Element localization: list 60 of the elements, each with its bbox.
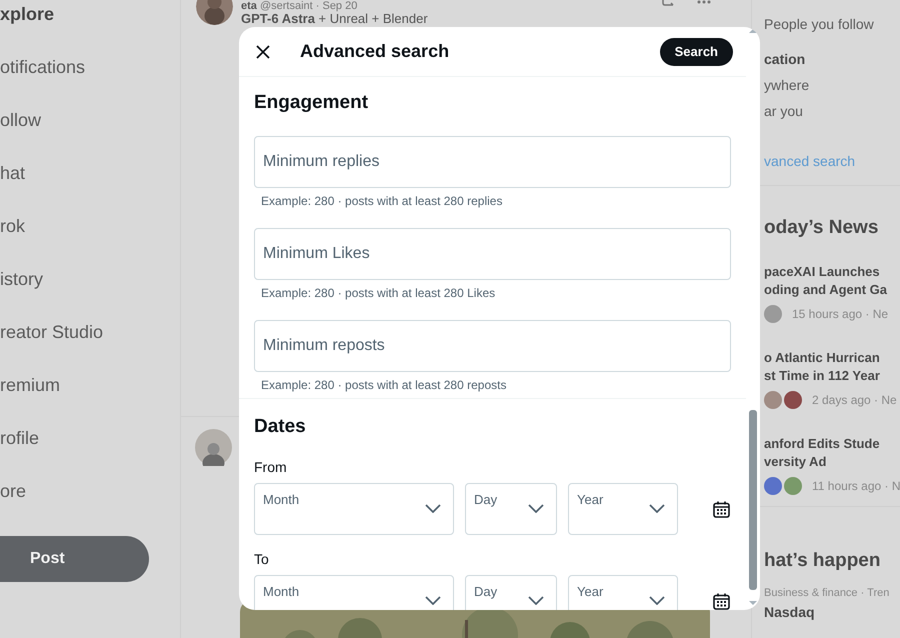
chevron-icon xyxy=(528,596,544,605)
section-label: cation xyxy=(764,50,806,69)
filter-option[interactable]: ywhere xyxy=(764,72,900,98)
range-label: To xyxy=(254,550,270,569)
news-headline[interactable]: st Time in 112 Year xyxy=(764,366,900,384)
nav-link[interactable]: hat xyxy=(0,147,180,200)
filter-option[interactable]: ar you xyxy=(764,98,900,124)
calendar-icon[interactable] xyxy=(713,500,730,518)
date-select[interactable]: Day xyxy=(465,575,557,610)
nav-link[interactable]: rok xyxy=(0,200,180,253)
field-hint: Example: 280 · posts with at least 280 reposts xyxy=(261,376,508,392)
nav-link[interactable]: otifications xyxy=(0,41,180,94)
nav-link[interactable]: istory xyxy=(0,253,180,306)
section-title: hat’s happen xyxy=(764,548,882,572)
field-hint: Example: 280 · posts with at least 280 replies xyxy=(261,192,504,208)
nav-link[interactable]: xplore xyxy=(0,0,180,41)
post-button[interactable]: Post xyxy=(0,536,149,582)
news-headline[interactable]: o Atlantic Hurrican xyxy=(764,348,900,366)
input-field[interactable]: Minimum replies xyxy=(254,136,731,188)
more-icon[interactable] xyxy=(697,0,711,4)
section-title: oday’s News xyxy=(764,216,880,240)
date-select[interactable]: Year xyxy=(568,483,678,535)
input-field[interactable]: Minimum Likes xyxy=(254,228,731,280)
chevron-icon xyxy=(528,504,544,513)
date-select[interactable]: Month xyxy=(254,575,454,610)
input-field[interactable]: Minimum reposts xyxy=(254,320,731,372)
news-meta: 15 hours ago · Ne xyxy=(792,306,888,322)
close-icon[interactable] xyxy=(256,44,270,58)
post-author-line: eta @sertsaint · Sep 20 xyxy=(241,0,358,12)
date-select[interactable]: Year xyxy=(568,575,678,610)
news-meta: 11 hours ago · N xyxy=(812,478,900,494)
search-button[interactable]: Search xyxy=(660,38,733,66)
news-headline[interactable]: oding and Agent Ga xyxy=(764,280,900,298)
date-select[interactable]: Month xyxy=(254,483,454,535)
news-headline[interactable]: anford Edits Stude xyxy=(764,434,900,452)
field-hint: Example: 280 · posts with at least 280 Likes xyxy=(261,284,496,300)
nav-link[interactable]: ollow xyxy=(0,94,180,147)
section-heading: Engagement xyxy=(254,91,370,115)
section-heading: Dates xyxy=(254,414,307,438)
calendar-icon[interactable] xyxy=(713,592,730,610)
range-label: From xyxy=(254,458,288,477)
repost-icon[interactable] xyxy=(661,0,675,6)
trend-context: Business & finance · Tren xyxy=(764,586,890,601)
chevron-icon xyxy=(649,596,665,605)
chevron-icon xyxy=(649,504,665,513)
news-headline[interactable]: paceXAI Launches xyxy=(764,262,900,280)
nav-link[interactable]: reator Studio xyxy=(0,306,180,359)
post-text: GPT-6 Astra + Unreal + Blender xyxy=(241,12,429,26)
nav-link[interactable]: ore xyxy=(0,465,180,518)
dialog-title: Advanced search xyxy=(300,40,450,63)
avatar[interactable] xyxy=(195,429,232,466)
nav-link[interactable]: rofile xyxy=(0,412,180,465)
nav-link[interactable]: remium xyxy=(0,359,180,412)
news-headline[interactable]: versity Ad xyxy=(764,452,900,470)
chevron-icon xyxy=(425,504,441,513)
news-meta: 2 days ago · Ne xyxy=(812,392,897,408)
chevron-icon xyxy=(425,596,441,605)
filter-option[interactable]: People you follow xyxy=(764,11,900,37)
date-select[interactable]: Day xyxy=(465,483,557,535)
trend-name[interactable]: Nasdaq xyxy=(764,602,900,622)
